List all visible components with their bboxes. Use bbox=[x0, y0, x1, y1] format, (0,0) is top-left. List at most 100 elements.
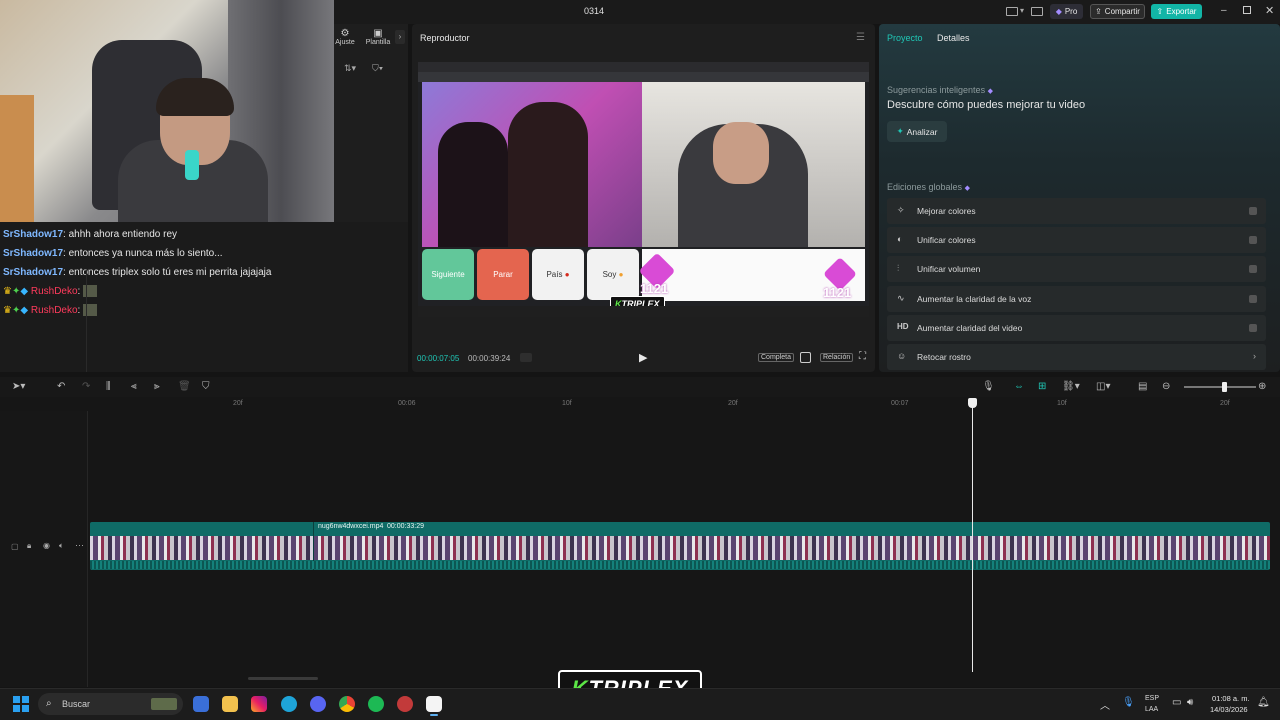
toggle[interactable] bbox=[1249, 236, 1257, 244]
app-icon[interactable] bbox=[397, 696, 413, 712]
share-button[interactable]: ⇪ Compartir bbox=[1090, 4, 1145, 19]
video-preview[interactable]: Siguiente Parar País ● Soy ● 1121 1121 K… bbox=[418, 62, 869, 317]
lock-icon[interactable]: 🔒︎ bbox=[27, 541, 31, 551]
volume-icon[interactable]: 🔊︎ bbox=[1187, 697, 1193, 708]
edit-claridad-voz[interactable]: ∿ Aumentar la claridad de la voz bbox=[887, 286, 1266, 312]
filter-icon[interactable]: ⛉▾ bbox=[372, 63, 383, 74]
notification-icon[interactable]: 🔔︎ bbox=[1257, 697, 1270, 708]
network-icon[interactable]: ▭ bbox=[1172, 697, 1181, 708]
toggle[interactable] bbox=[1249, 295, 1257, 303]
chat-line: ♛✦◆ RushDeko: bbox=[3, 301, 405, 320]
play-icon[interactable]: ▶ bbox=[639, 351, 647, 364]
tab-detalles[interactable]: Detalles bbox=[937, 33, 970, 43]
ratio-button[interactable]: Relación bbox=[820, 353, 854, 362]
sort-icon[interactable]: ⇅▾ bbox=[344, 63, 356, 74]
zoom-in-icon[interactable]: ⊕ bbox=[1258, 381, 1266, 392]
tray-chevron-icon[interactable]: ︿ bbox=[1100, 697, 1110, 712]
undo-icon[interactable]: ↶ bbox=[57, 381, 65, 392]
siguiente-button[interactable]: Siguiente bbox=[422, 249, 474, 300]
trim-right-icon[interactable]: ⫸ bbox=[154, 381, 160, 392]
pais-button[interactable]: País ● bbox=[532, 249, 584, 300]
zoom-slider-handle[interactable] bbox=[1222, 382, 1227, 392]
layout-icon[interactable] bbox=[1006, 7, 1018, 16]
templates-tab[interactable]: ▣ Plantilla bbox=[360, 28, 396, 46]
adjust-tab[interactable]: ⚙ Ajuste bbox=[334, 28, 356, 46]
face-icon: ☺ bbox=[897, 351, 907, 361]
restore-icon[interactable] bbox=[1243, 6, 1251, 14]
instagram-icon[interactable] bbox=[251, 696, 267, 712]
taskbar bbox=[0, 688, 1280, 720]
redo-icon[interactable]: ↷ bbox=[82, 381, 90, 392]
speaker-icon[interactable]: 🔈︎ bbox=[59, 541, 64, 551]
streamer-mini-head bbox=[713, 122, 769, 184]
soy-button[interactable]: Soy ● bbox=[587, 249, 639, 300]
analyze-button[interactable]: ✦ Analizar bbox=[887, 121, 947, 142]
minimize-icon[interactable]: – bbox=[1221, 5, 1227, 16]
eye-icon[interactable]: ◉ bbox=[43, 541, 50, 550]
edit-retocar-rostro[interactable]: ☺ Retocar rostro › bbox=[887, 344, 1266, 370]
zoom-slider[interactable] bbox=[1184, 386, 1256, 388]
parar-button[interactable]: Parar bbox=[477, 249, 529, 300]
export-button[interactable]: ⇧ Exportar bbox=[1151, 4, 1202, 19]
edge-icon[interactable] bbox=[281, 696, 297, 712]
playhead[interactable] bbox=[972, 398, 973, 672]
edit-unificar-volumen[interactable]: ⫶ Unificar volumen bbox=[887, 256, 1266, 282]
adjust-label: Ajuste bbox=[335, 39, 355, 46]
hd-icon: HD bbox=[897, 322, 909, 331]
capcut-icon[interactable] bbox=[426, 696, 442, 712]
chrome-icon[interactable] bbox=[339, 696, 355, 712]
link-icon[interactable]: ⇔ bbox=[1014, 381, 1024, 392]
pro-button[interactable]: ◆ Pro bbox=[1050, 4, 1083, 19]
tray-mic-icon[interactable]: 🎙 bbox=[1122, 697, 1135, 708]
chain-icon[interactable]: ⛓▾ bbox=[1062, 381, 1080, 392]
edit-mejorar-colores[interactable]: ✧ Mejorar colores bbox=[887, 198, 1266, 224]
diamond-icon: ◆ bbox=[1055, 7, 1062, 16]
notes-icon[interactable] bbox=[1031, 7, 1043, 16]
timeline-scrollbar[interactable] bbox=[248, 677, 318, 680]
templates-label: Plantilla bbox=[365, 39, 391, 46]
ruler-label: 20f bbox=[233, 400, 243, 407]
select-tool-icon[interactable]: ➤▾ bbox=[12, 381, 25, 392]
edit-unificar-colores[interactable]: ◐ Unificar colores bbox=[887, 227, 1266, 253]
tab-proyecto[interactable]: Proyecto bbox=[887, 33, 923, 43]
clock-time[interactable]: 01:08 a. m. bbox=[1212, 694, 1250, 703]
file-explorer-icon[interactable] bbox=[222, 696, 238, 712]
person-right bbox=[508, 102, 588, 247]
streamer-hair bbox=[156, 78, 234, 116]
discord-icon[interactable] bbox=[310, 696, 326, 712]
zoom-out-icon[interactable]: ⊖ bbox=[1162, 381, 1170, 392]
clip-duration: 00:00:33:29 bbox=[387, 523, 424, 530]
playhead-handle[interactable] bbox=[968, 398, 977, 408]
track-cover-icon[interactable]: ▢ bbox=[11, 542, 19, 551]
ruler-label: 00:07 bbox=[891, 400, 909, 407]
windows-start-icon[interactable] bbox=[13, 696, 29, 712]
magnet-icon[interactable]: ⊞ bbox=[1038, 381, 1046, 392]
caption-icon[interactable]: ▤ bbox=[1138, 381, 1147, 392]
close-icon[interactable]: ✕ bbox=[1265, 4, 1274, 17]
microphone bbox=[185, 150, 199, 180]
screenshot-icon[interactable] bbox=[800, 352, 811, 363]
trim-left-icon[interactable]: ⫷ bbox=[131, 381, 137, 392]
panel-expand-icon[interactable]: › bbox=[395, 30, 405, 44]
split-icon[interactable]: ⫼ bbox=[106, 381, 111, 392]
fullscreen-icon[interactable]: ⛶ bbox=[859, 351, 866, 362]
lang-label[interactable]: ESP bbox=[1145, 695, 1159, 702]
clock-date: 14/03/2026 bbox=[1210, 705, 1248, 714]
mic-icon[interactable]: 🎙 bbox=[982, 381, 995, 392]
more-icon[interactable]: ⋯ bbox=[75, 540, 84, 551]
edit-claridad-video[interactable]: HD Aumentar claridad del video bbox=[887, 315, 1266, 341]
store-icon[interactable] bbox=[193, 696, 209, 712]
spotify-icon[interactable] bbox=[368, 696, 384, 712]
chevron-down-icon[interactable]: ▾ bbox=[1020, 6, 1024, 15]
timeline-ruler[interactable] bbox=[0, 397, 1280, 411]
clip-name: nug6nw4dwxcei.mp4 bbox=[318, 523, 384, 530]
toggle[interactable] bbox=[1249, 324, 1257, 332]
toggle[interactable] bbox=[1249, 207, 1257, 215]
taskbar-search[interactable]: ⌕ Buscar bbox=[38, 693, 183, 715]
toggle[interactable] bbox=[1249, 265, 1257, 273]
full-button[interactable]: Completa bbox=[758, 353, 794, 362]
preview-axis-icon[interactable]: ◫▾ bbox=[1096, 381, 1110, 392]
shield-icon[interactable]: ⛉ bbox=[202, 381, 210, 392]
delete-icon[interactable]: 🗑 bbox=[178, 381, 191, 392]
menu-icon[interactable]: ☰ bbox=[856, 32, 865, 43]
